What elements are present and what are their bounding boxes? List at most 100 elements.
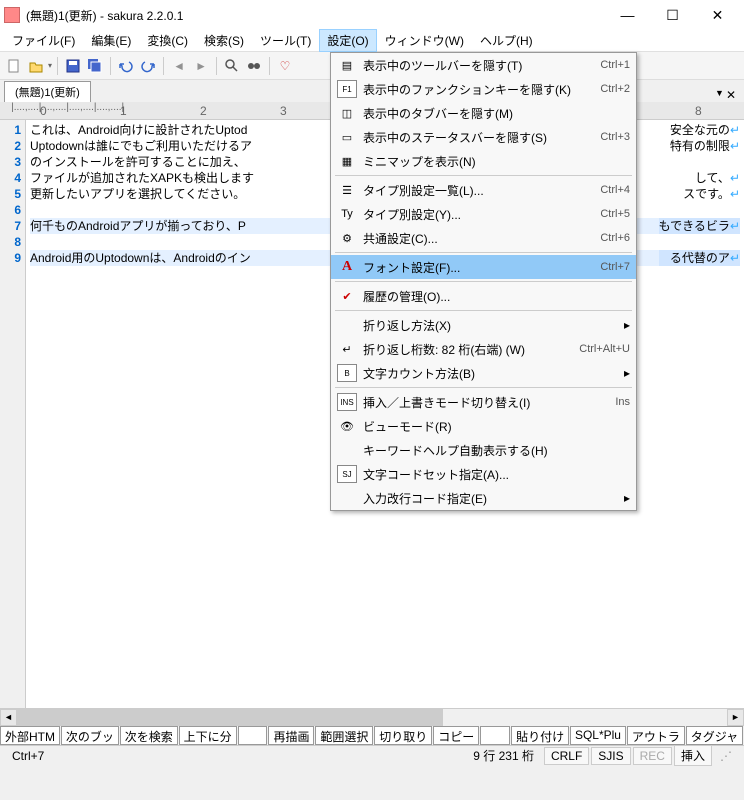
ins-icon: INS <box>337 393 357 411</box>
scroll-left-icon[interactable]: ◄ <box>0 709 17 726</box>
menu-item[interactable]: ☰タイプ別設定一覧(L)...Ctrl+4 <box>331 178 636 202</box>
save-icon[interactable] <box>63 56 83 76</box>
menu-item[interactable]: F1表示中のファンクションキーを隠す(K)Ctrl+2 <box>331 77 636 101</box>
save-all-icon[interactable] <box>85 56 105 76</box>
status-icon: ▭ <box>337 128 357 146</box>
window-title: (無題)1(更新) - sakura 2.2.0.1 <box>26 7 605 24</box>
func-key-7[interactable]: 範囲選択 <box>315 726 373 745</box>
blank-icon <box>337 489 357 507</box>
menu-item-label: 表示中のステータスバーを隠す(S) <box>363 129 590 146</box>
open-file-icon[interactable] <box>26 56 46 76</box>
function-key-bar: 外部HTM次のブッ次を検索上下に分 再描画範囲選択切り取りコピー 貼り付けSQL… <box>0 725 744 745</box>
app-icon <box>4 7 20 23</box>
menu-item[interactable]: 折り返し方法(X)▸ <box>331 313 636 337</box>
menu-item-label: 文字コードセット指定(A)... <box>363 466 630 483</box>
menu-item-label: 文字カウント方法(B) <box>363 365 618 382</box>
menu-item[interactable]: ▦ ミニマップを表示(N) <box>331 149 636 173</box>
byte-icon: B <box>337 364 357 382</box>
line-gutter: 123456789 <box>0 120 26 708</box>
func-key-6[interactable]: 再描画 <box>268 726 314 745</box>
menu-item-label: ミニマップを表示(N) <box>363 153 630 170</box>
tab-close-icon[interactable]: ✕ <box>726 88 736 102</box>
menu-item[interactable]: キーワードヘルプ自動表示する(H) <box>331 438 636 462</box>
status-insert-mode: 挿入 <box>674 745 712 766</box>
menu-item-label: 履歴の管理(O)... <box>363 288 630 305</box>
menu-2[interactable]: 変換(C) <box>139 29 196 52</box>
func-key-14[interactable]: タグジャ <box>686 726 743 745</box>
horizontal-scrollbar[interactable]: ◄ ► <box>0 708 744 725</box>
tabs-icon: ◫ <box>337 104 357 122</box>
document-tab[interactable]: (無題)1(更新) <box>4 81 91 102</box>
redo-icon[interactable] <box>138 56 158 76</box>
func-key-2[interactable]: 次のブッ <box>61 726 119 745</box>
func-key-8[interactable]: 切り取り <box>374 726 432 745</box>
scroll-right-icon[interactable]: ► <box>727 709 744 726</box>
tab-menu-icon[interactable]: ▼ <box>715 88 724 102</box>
back-icon[interactable]: ◄ <box>169 56 189 76</box>
new-file-icon[interactable] <box>4 56 24 76</box>
menu-5[interactable]: 設定(O) <box>319 29 376 52</box>
toolbar-icon: ▤ <box>337 56 357 74</box>
func-key-9[interactable]: コピー <box>433 726 479 745</box>
menu-item-label: 挿入／上書きモード切り替え(I) <box>363 394 605 411</box>
menu-item-label: 表示中のタブバーを隠す(M) <box>363 105 630 122</box>
func-key-13[interactable]: アウトラ <box>627 726 685 745</box>
forward-icon[interactable]: ► <box>191 56 211 76</box>
menu-item[interactable]: ◫ 表示中のタブバーを隠す(M) <box>331 101 636 125</box>
search-icon[interactable] <box>222 56 242 76</box>
blank-icon <box>337 441 357 459</box>
menu-item-label: ビューモード(R) <box>363 418 630 435</box>
binoculars-icon[interactable] <box>244 56 264 76</box>
func-key-4[interactable]: 上下に分 <box>179 726 237 745</box>
menu-item[interactable]: INS挿入／上書きモード切り替え(I)Ins <box>331 390 636 414</box>
scroll-thumb[interactable] <box>17 709 443 726</box>
resize-grip-icon[interactable]: ⋰ <box>712 749 740 763</box>
func-key-5 <box>238 726 268 745</box>
settings-menu-dropdown: ▤表示中のツールバーを隠す(T)Ctrl+1F1表示中のファンクションキーを隠す… <box>330 52 637 511</box>
func-key-3[interactable]: 次を検索 <box>120 726 178 745</box>
view-icon: 👁 <box>337 417 357 435</box>
menu-item-label: キーワードヘルプ自動表示する(H) <box>363 442 630 459</box>
menu-item[interactable]: ✔ 履歴の管理(O)... <box>331 284 636 308</box>
menu-item-label: 折り返し桁数: 82 桁(右端) (W) <box>363 341 569 358</box>
list-icon: ☰ <box>337 181 357 199</box>
close-button[interactable]: ✕ <box>695 1 740 29</box>
wrap-icon: ↵ <box>337 340 357 358</box>
menu-item[interactable]: 👁 ビューモード(R) <box>331 414 636 438</box>
undo-icon[interactable] <box>116 56 136 76</box>
sj-icon: SJ <box>337 465 357 483</box>
menu-item[interactable]: ▭表示中のステータスバーを隠す(S)Ctrl+3 <box>331 125 636 149</box>
menu-0[interactable]: ファイル(F) <box>4 29 83 52</box>
check-icon: ✔ <box>337 287 357 305</box>
menu-1[interactable]: 編集(E) <box>83 29 139 52</box>
menu-item[interactable]: 入力改行コード指定(E)▸ <box>331 486 636 510</box>
menu-4[interactable]: ツール(T) <box>252 29 319 52</box>
font-icon: A <box>337 258 357 276</box>
status-hint: Ctrl+7 <box>4 749 52 763</box>
func-key-11[interactable]: 貼り付け <box>511 726 569 745</box>
menu-item[interactable]: Aフォント設定(F)...Ctrl+7 <box>331 255 636 279</box>
menu-item-label: 表示中のツールバーを隠す(T) <box>363 57 590 74</box>
menu-item-label: 表示中のファンクションキーを隠す(K) <box>363 81 590 98</box>
menu-item[interactable]: ⚙共通設定(C)...Ctrl+6 <box>331 226 636 250</box>
func-key-12[interactable]: SQL*Plu <box>570 726 626 745</box>
menu-7[interactable]: ヘルプ(H) <box>472 29 541 52</box>
menu-item[interactable]: Tyタイプ別設定(Y)...Ctrl+5 <box>331 202 636 226</box>
menu-item-label: フォント設定(F)... <box>363 259 590 276</box>
menu-3[interactable]: 検索(S) <box>196 29 252 52</box>
menu-6[interactable]: ウィンドウ(W) <box>377 29 472 52</box>
status-position: 9 行 231 桁 <box>465 747 542 764</box>
tool-icon[interactable]: ♡ <box>275 56 295 76</box>
fkey-icon: F1 <box>337 80 357 98</box>
menu-item[interactable]: ▤表示中のツールバーを隠す(T)Ctrl+1 <box>331 53 636 77</box>
menu-item-label: 入力改行コード指定(E) <box>363 490 618 507</box>
minimize-button[interactable]: — <box>605 1 650 29</box>
menu-item[interactable]: B文字カウント方法(B)▸ <box>331 361 636 385</box>
map-icon: ▦ <box>337 152 357 170</box>
maximize-button[interactable]: ☐ <box>650 1 695 29</box>
blank-icon <box>337 316 357 334</box>
func-key-1[interactable]: 外部HTM <box>0 726 60 745</box>
menu-item[interactable]: ↵折り返し桁数: 82 桁(右端) (W)Ctrl+Alt+U <box>331 337 636 361</box>
status-rec: REC <box>633 747 672 765</box>
menu-item[interactable]: SJ 文字コードセット指定(A)... <box>331 462 636 486</box>
